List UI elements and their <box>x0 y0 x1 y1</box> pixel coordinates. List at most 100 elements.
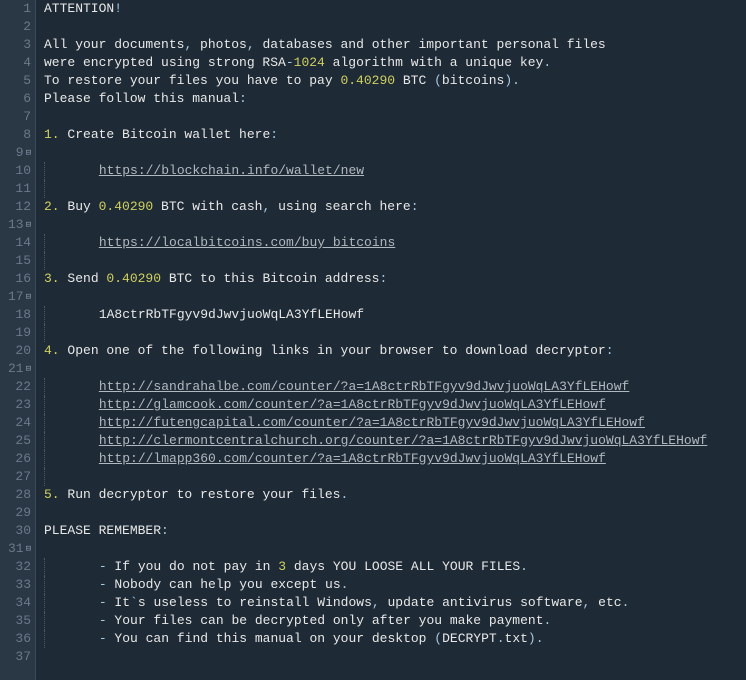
code-line[interactable] <box>44 18 746 36</box>
line-number: 4 <box>8 54 31 72</box>
line-number: 1 <box>8 0 31 18</box>
code-line[interactable] <box>44 108 746 126</box>
code-line[interactable]: https://localbitcoins.com/buy_bitcoins <box>44 234 746 252</box>
code-line[interactable] <box>44 252 746 270</box>
text-token: . <box>544 613 552 628</box>
fold-toggle-icon[interactable]: ⊟ <box>26 545 31 554</box>
text-token: s useless to reinstall Windows <box>138 595 372 610</box>
code-line[interactable]: - Nobody can help you except us. <box>44 576 746 594</box>
fold-toggle-icon[interactable]: ⊟ <box>26 221 31 230</box>
code-line[interactable] <box>44 216 746 234</box>
code-line[interactable]: http://glamcook.com/counter/?a=1A8ctrRbT… <box>44 396 746 414</box>
url-link[interactable]: https://blockchain.info/wallet/new <box>99 163 364 178</box>
code-line[interactable] <box>44 360 746 378</box>
code-line[interactable] <box>44 288 746 306</box>
code-line[interactable]: were encrypted using strong RSA-1024 alg… <box>44 54 746 72</box>
code-line[interactable]: 1. Create Bitcoin wallet here: <box>44 126 746 144</box>
text-token: 1A8ctrRbTFgyv9dJwvjuoWqLA3YfLEHowf <box>99 307 364 322</box>
code-line[interactable]: Please follow this manual: <box>44 90 746 108</box>
url-link[interactable]: https://localbitcoins.com/buy_bitcoins <box>99 235 395 250</box>
code-area[interactable]: ATTENTION! All your documents, photos, da… <box>36 0 746 680</box>
indent-guide <box>44 432 52 450</box>
text-token: - <box>99 559 107 574</box>
code-line[interactable]: http://lmapp360.com/counter/?a=1A8ctrRbT… <box>44 450 746 468</box>
text-token: Run decryptor to restore your files <box>60 487 341 502</box>
code-line[interactable]: - You can find this manual on your deskt… <box>44 630 746 648</box>
text-token: . <box>543 55 551 70</box>
code-line[interactable]: 1A8ctrRbTFgyv9dJwvjuoWqLA3YfLEHowf <box>44 306 746 324</box>
indent-guide <box>44 306 52 324</box>
code-line[interactable] <box>44 648 746 666</box>
text-token: days YOU LOOSE ALL YOUR FILES <box>286 559 520 574</box>
text-token: Open one of the following links in your … <box>60 343 606 358</box>
text-token: txt <box>505 631 528 646</box>
text-token: - <box>286 55 294 70</box>
text-token: To restore your files you have to pay <box>44 73 340 88</box>
text-token: ATTENTION <box>44 1 114 16</box>
text-token: , <box>372 595 380 610</box>
text-token: 1024 <box>294 55 325 70</box>
code-line[interactable] <box>44 504 746 522</box>
code-line[interactable]: http://futengcapital.com/counter/?a=1A8c… <box>44 414 746 432</box>
line-number-gutter: 123456789⊟10111213⊟14151617⊟18192021⊟222… <box>0 0 36 680</box>
line-number: 32 <box>8 558 31 576</box>
text-token: You can find this manual on your desktop <box>107 631 435 646</box>
text-token: . <box>340 487 348 502</box>
text-token: : <box>606 343 614 358</box>
indent-guide <box>44 378 52 396</box>
text-token: : <box>239 91 247 106</box>
fold-toggle-icon[interactable]: ⊟ <box>26 365 31 374</box>
text-token: It <box>107 595 130 610</box>
url-link[interactable]: http://sandrahalbe.com/counter/?a=1A8ctr… <box>99 379 630 394</box>
url-link[interactable]: http://futengcapital.com/counter/?a=1A8c… <box>99 415 645 430</box>
text-token: - <box>99 631 107 646</box>
code-line[interactable] <box>44 180 746 198</box>
text-token: Please follow this manual <box>44 91 239 106</box>
code-line[interactable]: 3. Send 0.40290 BTC to this Bitcoin addr… <box>44 270 746 288</box>
code-line[interactable]: ATTENTION! <box>44 0 746 18</box>
text-token: ( <box>434 631 442 646</box>
code-line[interactable]: 5. Run decryptor to restore your files. <box>44 486 746 504</box>
code-line[interactable] <box>44 324 746 342</box>
text-token: - <box>99 613 107 628</box>
url-link[interactable]: http://glamcook.com/counter/?a=1A8ctrRbT… <box>99 397 606 412</box>
text-token: DECRYPT <box>442 631 497 646</box>
url-link[interactable]: http://lmapp360.com/counter/?a=1A8ctrRbT… <box>99 451 606 466</box>
fold-toggle-icon[interactable]: ⊟ <box>26 149 31 158</box>
line-number: 8 <box>8 126 31 144</box>
code-line[interactable]: PLEASE REMEMBER: <box>44 522 746 540</box>
line-number: 25 <box>8 432 31 450</box>
line-number: 6 <box>8 90 31 108</box>
code-line[interactable]: 2. Buy 0.40290 BTC with cash, using sear… <box>44 198 746 216</box>
line-number: 31⊟ <box>8 540 31 558</box>
code-line[interactable]: - It`s useless to reinstall Windows, upd… <box>44 594 746 612</box>
code-line[interactable]: All your documents, photos, databases an… <box>44 36 746 54</box>
line-number: 36 <box>8 630 31 648</box>
text-token: using search here <box>270 199 410 214</box>
text-token: . <box>497 631 505 646</box>
code-line[interactable]: To restore your files you have to pay 0.… <box>44 72 746 90</box>
code-line[interactable] <box>44 540 746 558</box>
line-number: 22 <box>8 378 31 396</box>
text-token: 4. <box>44 343 60 358</box>
fold-toggle-icon[interactable]: ⊟ <box>26 293 31 302</box>
code-line[interactable] <box>44 144 746 162</box>
code-line[interactable]: 4. Open one of the following links in yo… <box>44 342 746 360</box>
text-token: Nobody can help you except us <box>107 577 341 592</box>
code-line[interactable]: - Your files can be decrypted only after… <box>44 612 746 630</box>
line-number: 26 <box>8 450 31 468</box>
indent-guide <box>44 234 52 252</box>
code-line[interactable]: http://sandrahalbe.com/counter/?a=1A8ctr… <box>44 378 746 396</box>
text-token: BTC with cash <box>153 199 262 214</box>
text-token: 1. <box>44 127 60 142</box>
code-line[interactable]: http://clermontcentralchurch.org/counter… <box>44 432 746 450</box>
text-token: 3 <box>278 559 286 574</box>
code-line[interactable]: - If you do not pay in 3 days YOU LOOSE … <box>44 558 746 576</box>
text-token: Send <box>60 271 107 286</box>
text-token: BTC <box>395 73 434 88</box>
indent-guide <box>44 612 52 630</box>
line-number: 30 <box>8 522 31 540</box>
code-line[interactable]: https://blockchain.info/wallet/new <box>44 162 746 180</box>
code-line[interactable] <box>44 468 746 486</box>
url-link[interactable]: http://clermontcentralchurch.org/counter… <box>99 433 708 448</box>
